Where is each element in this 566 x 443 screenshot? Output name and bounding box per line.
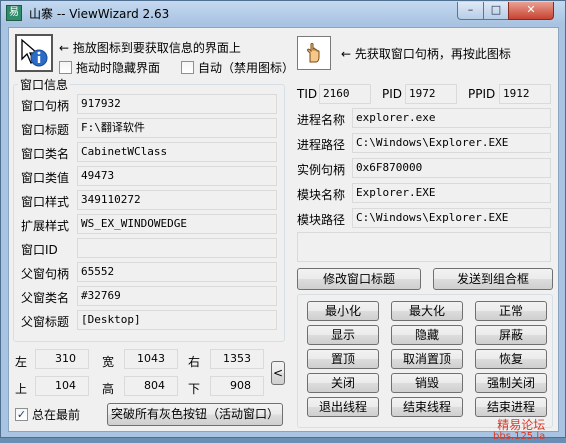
hide-on-drag-label: 拖动时隐藏界面 (76, 61, 161, 75)
window-info-label: 窗口类名 (21, 147, 70, 161)
modify-title-button[interactable]: 修改窗口标题 (297, 268, 421, 290)
minimize-button[interactable]: – (457, 2, 484, 20)
tid-label: TID (297, 87, 318, 101)
watermark-line1: 精易论坛 (497, 418, 546, 432)
height-label: 高 (102, 382, 115, 396)
window-info-value: 65552 (77, 262, 277, 282)
maximize-button[interactable]: 最大化 (391, 301, 463, 321)
close-button[interactable]: 关闭 (307, 373, 379, 393)
hide-button[interactable]: 隐藏 (391, 325, 463, 345)
window-info-label: 窗口句柄 (21, 99, 70, 113)
main-window: 易 山寨 -- ViewWizard 2.63 – □ ✕ ← 拖放图标到要获取… (0, 0, 566, 442)
watermark-line2: bbs.125.la (493, 431, 546, 442)
end-thread-button[interactable]: 结束线程 (391, 397, 463, 417)
title-bar[interactable]: 易 山寨 -- ViewWizard 2.63 – □ ✕ (1, 1, 565, 25)
exit-thread-button[interactable]: 退出线程 (307, 397, 379, 417)
window-info-value: WS_EX_WINDOWEDGE (77, 214, 277, 234)
unset-topmost-button[interactable]: 取消置顶 (391, 349, 463, 369)
right-label: 右 (188, 355, 201, 369)
normal-button[interactable]: 正常 (475, 301, 547, 321)
width-label: 宽 (102, 355, 115, 369)
auto-checkbox[interactable]: 自动（禁用图标） (181, 59, 294, 76)
forum-watermark: 精易论坛 bbs.125.la (493, 419, 545, 443)
right-value: 1353 (210, 349, 264, 369)
topmost-checkbox[interactable]: ✓ 总在最前 (15, 406, 80, 423)
auto-box[interactable] (181, 61, 194, 74)
send-to-combo-button[interactable]: 发送到组合框 (433, 268, 553, 290)
topmost-label: 总在最前 (32, 408, 81, 422)
top-value: 104 (35, 376, 89, 396)
process-info-label: 进程路径 (297, 138, 346, 152)
bottom-label: 下 (188, 382, 201, 396)
set-topmost-button[interactable]: 置顶 (307, 349, 379, 369)
window-info-value: [Desktop] (77, 310, 277, 330)
window-info-value: F:\翻译软件 (77, 118, 277, 138)
pid-label: PID (382, 87, 403, 101)
end-process-button[interactable]: 结束进程 (475, 397, 547, 417)
topmost-box[interactable]: ✓ (15, 408, 28, 421)
window-info-label: 窗口样式 (21, 195, 70, 209)
ppid-value: 1912 (499, 84, 551, 104)
width-value: 1043 (124, 349, 178, 369)
window-info-label: 扩展样式 (21, 219, 70, 233)
left-label: 左 (15, 355, 28, 369)
client-area: ← 拖放图标到要获取信息的界面上 拖动时隐藏界面 自动（禁用图标） ← 先获取窗… (8, 27, 559, 442)
info-target-icon[interactable] (15, 34, 53, 72)
window-info-label: 父窗标题 (21, 315, 70, 329)
destroy-button[interactable]: 销毁 (391, 373, 463, 393)
process-info-label: 模块名称 (297, 188, 346, 202)
minimize-button[interactable]: 最小化 (307, 301, 379, 321)
window-title: 山寨 -- ViewWizard 2.63 (29, 7, 170, 21)
collapse-arrow-button[interactable]: < (271, 361, 285, 385)
process-info-value: C:\Windows\Explorer.EXE (352, 208, 551, 228)
window-info-value: #32769 (77, 286, 277, 306)
process-info-value: C:\Windows\Explorer.EXE (352, 133, 551, 153)
extra-info-box (297, 232, 551, 262)
process-info-label: 模块路径 (297, 213, 346, 227)
process-info-value: explorer.exe (352, 108, 551, 128)
window-info-label: 窗口ID (21, 243, 58, 257)
window-info-label: 窗口类值 (21, 171, 70, 185)
app-logo-icon: 易 (6, 5, 22, 21)
window-info-label: 窗口标题 (21, 123, 70, 137)
maximize-button[interactable]: □ (483, 2, 509, 20)
window-info-label: 父窗类名 (21, 291, 70, 305)
left-value: 310 (35, 349, 89, 369)
enable-gray-buttons-button[interactable]: 突破所有灰色按钮（活动窗口） (107, 403, 283, 426)
window-info-value: 49473 (77, 166, 277, 186)
top-label: 上 (15, 382, 28, 396)
ppid-label: PPID (468, 87, 496, 101)
close-button[interactable]: ✕ (508, 2, 554, 20)
disable-button[interactable]: 屏蔽 (475, 325, 547, 345)
window-info-value: CabinetWClass (77, 142, 277, 162)
restore-button[interactable]: 恢复 (475, 349, 547, 369)
process-info-label: 进程名称 (297, 113, 346, 127)
height-value: 804 (124, 376, 178, 396)
process-info-value: Explorer.EXE (352, 183, 551, 203)
tid-value: 2160 (319, 84, 371, 104)
hand-pointer-icon[interactable] (297, 36, 331, 70)
force-close-button[interactable]: 强制关闭 (475, 373, 547, 393)
process-info-value: 0x6F870000 (352, 158, 551, 178)
auto-label: 自动（禁用图标） (198, 61, 295, 75)
left-picker-hint: ← 拖放图标到要获取信息的界面上 (59, 41, 241, 55)
window-info-value (77, 238, 277, 258)
hide-on-drag-checkbox[interactable]: 拖动时隐藏界面 (59, 59, 160, 76)
hide-on-drag-box[interactable] (59, 61, 72, 74)
bottom-value: 908 (210, 376, 264, 396)
window-info-value: 917932 (77, 94, 277, 114)
pid-value: 1972 (405, 84, 457, 104)
right-picker-hint: ← 先获取窗口句柄，再按此图标 (341, 47, 511, 61)
process-info-label: 实例句柄 (297, 163, 346, 177)
window-info-label: 父窗句柄 (21, 267, 70, 281)
window-info-value: 349110272 (77, 190, 277, 210)
show-button[interactable]: 显示 (307, 325, 379, 345)
window-info-group-title: 窗口信息 (18, 76, 71, 93)
